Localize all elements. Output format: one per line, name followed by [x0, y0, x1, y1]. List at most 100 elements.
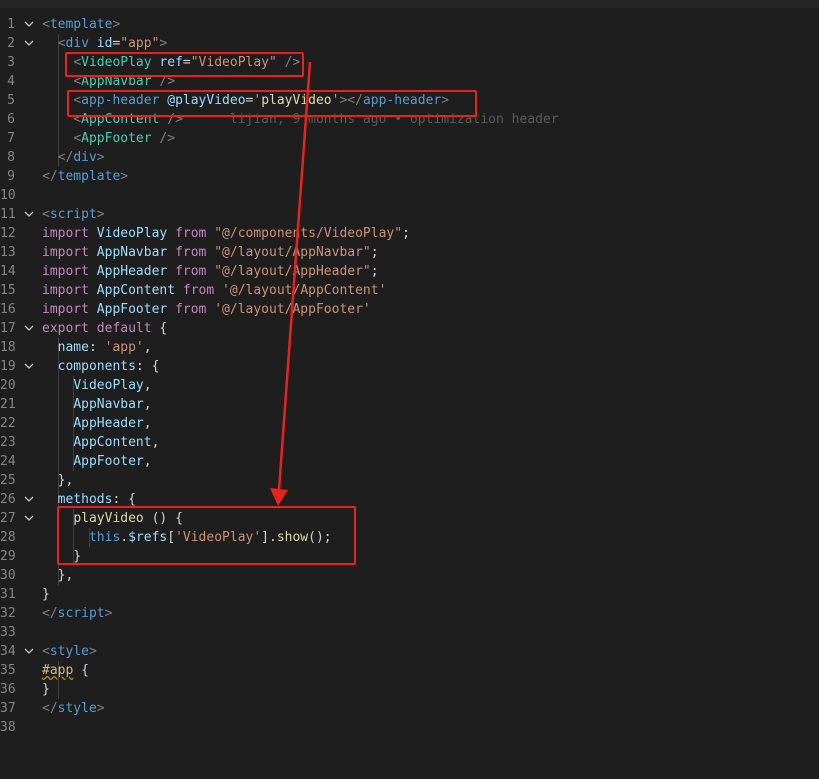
- line-number: 27: [0, 511, 16, 526]
- code-token: 'VideoPlay': [175, 530, 262, 545]
- code-line[interactable]: 13 import AppNavbar from "@/layout/AppNav…: [0, 243, 819, 262]
- code-line[interactable]: 23 AppContent,: [0, 433, 819, 452]
- code-line[interactable]: 8 </div>: [0, 148, 819, 167]
- code-token: : {: [112, 492, 136, 507]
- code-line[interactable]: 14 import AppHeader from "@/layout/AppHea…: [0, 262, 819, 281]
- line-number: 21: [0, 397, 16, 412]
- code-editor[interactable]: 1 <template> 2 <div id="app"> 3 <VideoPlay …: [0, 0, 819, 779]
- code-line[interactable]: 27 playVideo () {: [0, 509, 819, 528]
- code-line[interactable]: 34 <style>: [0, 642, 819, 661]
- code-token: ();: [308, 530, 332, 545]
- code-token: "app": [120, 36, 160, 51]
- code-line[interactable]: 5 <app-header @playVideo='playVideo'></a…: [0, 91, 819, 110]
- fold-chevron-icon[interactable]: [23, 643, 35, 660]
- code-token: VideoPlay: [73, 378, 144, 393]
- code-token: app-header: [81, 93, 160, 108]
- fold-chevron-icon[interactable]: [23, 206, 35, 223]
- fold-chevron-icon[interactable]: [23, 510, 35, 527]
- code-token: >: [96, 701, 105, 716]
- code-token: ;: [370, 245, 379, 260]
- code-line[interactable]: 19 components: {: [0, 357, 819, 376]
- code-token: () {: [143, 511, 183, 526]
- line-number: 14: [0, 264, 16, 279]
- code-line[interactable]: 16 import AppFooter from '@/layout/AppFoo…: [0, 300, 819, 319]
- line-number: 2: [7, 36, 15, 51]
- code-token: template: [49, 17, 113, 32]
- fold-chevron-icon[interactable]: [23, 491, 35, 508]
- code-text: AppHeader,: [42, 414, 151, 433]
- code-token: 'app': [104, 340, 144, 355]
- code-line[interactable]: 33: [0, 623, 819, 642]
- line-number: 6: [7, 112, 15, 127]
- code-token: <: [73, 131, 82, 146]
- code-token: "VideoPlay": [190, 55, 277, 70]
- code-token: </: [42, 169, 58, 184]
- code-line[interactable]: 30 },: [0, 566, 819, 585]
- code-line[interactable]: 26 methods: {: [0, 490, 819, 509]
- code-line[interactable]: 21 AppNavbar,: [0, 395, 819, 414]
- code-line[interactable]: 9 </template>: [0, 167, 819, 186]
- code-line[interactable]: 15 import AppContent from '@/layout/AppCo…: [0, 281, 819, 300]
- code-token: app-header: [362, 93, 442, 108]
- code-token: from: [175, 226, 207, 241]
- line-number: 33: [0, 625, 16, 640]
- code-line[interactable]: 22 AppHeader,: [0, 414, 819, 433]
- code-line[interactable]: 24 AppFooter,: [0, 452, 819, 471]
- code-line[interactable]: 29 }: [0, 547, 819, 566]
- line-number: 24: [0, 454, 16, 469]
- code-token: ;: [402, 226, 410, 241]
- line-number: 17: [0, 321, 16, 336]
- code-line[interactable]: 6 <AppContent /> lijian, 9 months ago • …: [0, 110, 819, 129]
- code-token: VideoPlay: [96, 226, 168, 241]
- code-text: }: [42, 680, 50, 699]
- line-number: 36: [0, 682, 16, 697]
- code-token: ,: [143, 378, 152, 393]
- code-text: import AppHeader from "@/layout/AppHeade…: [42, 262, 379, 281]
- code-token: #app: [42, 663, 74, 678]
- code-line[interactable]: 28 this.$refs['VideoPlay'].show();: [0, 528, 819, 547]
- code-text: <template>: [42, 15, 120, 34]
- code-line[interactable]: 3 <VideoPlay ref="VideoPlay" />: [0, 53, 819, 72]
- code-line[interactable]: 10: [0, 186, 819, 205]
- code-line[interactable]: 7 <AppFooter />: [0, 129, 819, 148]
- line-number: 9: [7, 169, 15, 184]
- code-line[interactable]: 2 <div id="app">: [0, 34, 819, 53]
- fold-chevron-icon[interactable]: [23, 16, 35, 33]
- code-line[interactable]: 31}: [0, 585, 819, 604]
- code-token: >: [112, 17, 121, 32]
- line-number: 32: [0, 606, 16, 621]
- code-token: : {: [135, 359, 160, 374]
- code-token: }: [42, 549, 82, 564]
- code-line[interactable]: 18 name: 'app',: [0, 338, 819, 357]
- code-line[interactable]: 4 <AppNavbar />: [0, 72, 819, 91]
- code-line[interactable]: 35 #app {: [0, 661, 819, 680]
- code-line[interactable]: 32 </script>: [0, 604, 819, 623]
- code-text: <app-header @playVideo='playVideo'></app…: [42, 91, 449, 110]
- code-line[interactable]: 25 },: [0, 471, 819, 490]
- fold-chevron-icon[interactable]: [23, 320, 35, 337]
- code-line[interactable]: 36}: [0, 680, 819, 699]
- code-token: {: [73, 663, 89, 678]
- code-line[interactable]: 37 </style>: [0, 699, 819, 718]
- code-token: div: [65, 36, 89, 51]
- code-text: methods: {: [42, 490, 136, 509]
- code-line[interactable]: 38: [0, 718, 819, 737]
- code-line[interactable]: 11 <script>: [0, 205, 819, 224]
- code-line[interactable]: 20 VideoPlay,: [0, 376, 819, 395]
- fold-chevron-icon[interactable]: [23, 358, 35, 375]
- fold-chevron-icon[interactable]: [23, 35, 35, 52]
- code-line[interactable]: 17 export default {: [0, 319, 819, 338]
- code-line[interactable]: 12 import VideoPlay from "@/components/Vi…: [0, 224, 819, 243]
- code-line[interactable]: 1 <template>: [0, 15, 819, 34]
- line-number: 22: [0, 416, 16, 431]
